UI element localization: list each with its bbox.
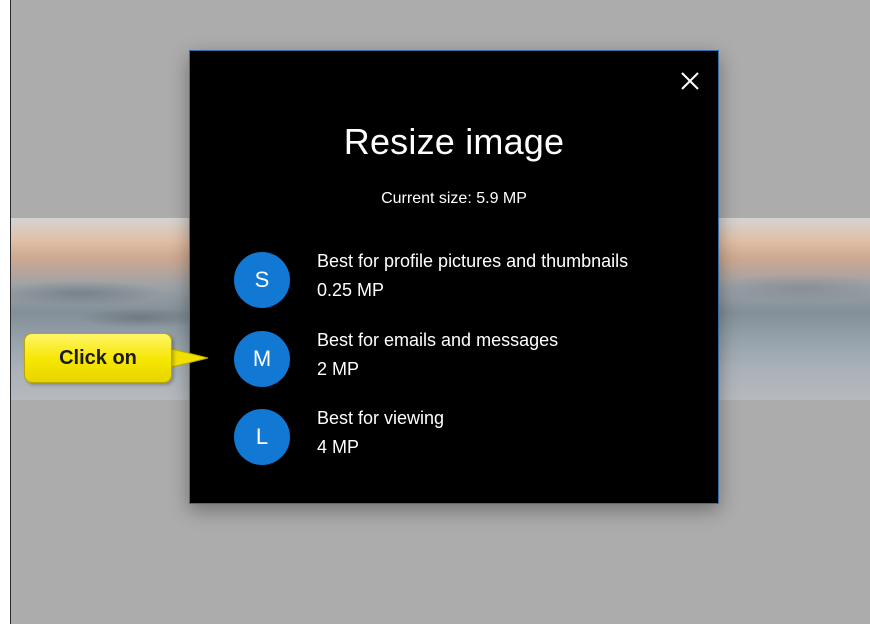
- callout-text: Click on: [59, 347, 137, 369]
- option-size: 4 MP: [317, 437, 360, 457]
- close-button[interactable]: [676, 67, 704, 95]
- option-medium[interactable]: M Best for emails and messages 2 MP: [234, 327, 694, 391]
- dialog-title: Resize image: [343, 121, 565, 162]
- option-size: 0.25 MP: [317, 280, 385, 300]
- current-size-label: Current size: 5.9 MP: [381, 190, 527, 207]
- option-size: 2 MP: [317, 359, 360, 379]
- click-on-callout: Click on: [24, 333, 210, 383]
- size-letter-badge: S: [234, 252, 290, 308]
- option-description: Best for profile pictures and thumbnails: [317, 251, 629, 271]
- option-small[interactable]: S Best for profile pictures and thumbnai…: [234, 248, 694, 312]
- option-description: Best for emails and messages: [317, 330, 559, 350]
- close-icon: [681, 72, 699, 90]
- option-large[interactable]: L Best for viewing 4 MP: [234, 405, 694, 469]
- option-description: Best for viewing: [317, 408, 445, 428]
- size-letter-badge: L: [234, 409, 290, 465]
- size-letter-badge: M: [234, 331, 290, 387]
- app-window: Resize image Current size: 5.9 MP S Best…: [10, 0, 870, 624]
- resize-image-dialog: Resize image Current size: 5.9 MP S Best…: [189, 50, 719, 504]
